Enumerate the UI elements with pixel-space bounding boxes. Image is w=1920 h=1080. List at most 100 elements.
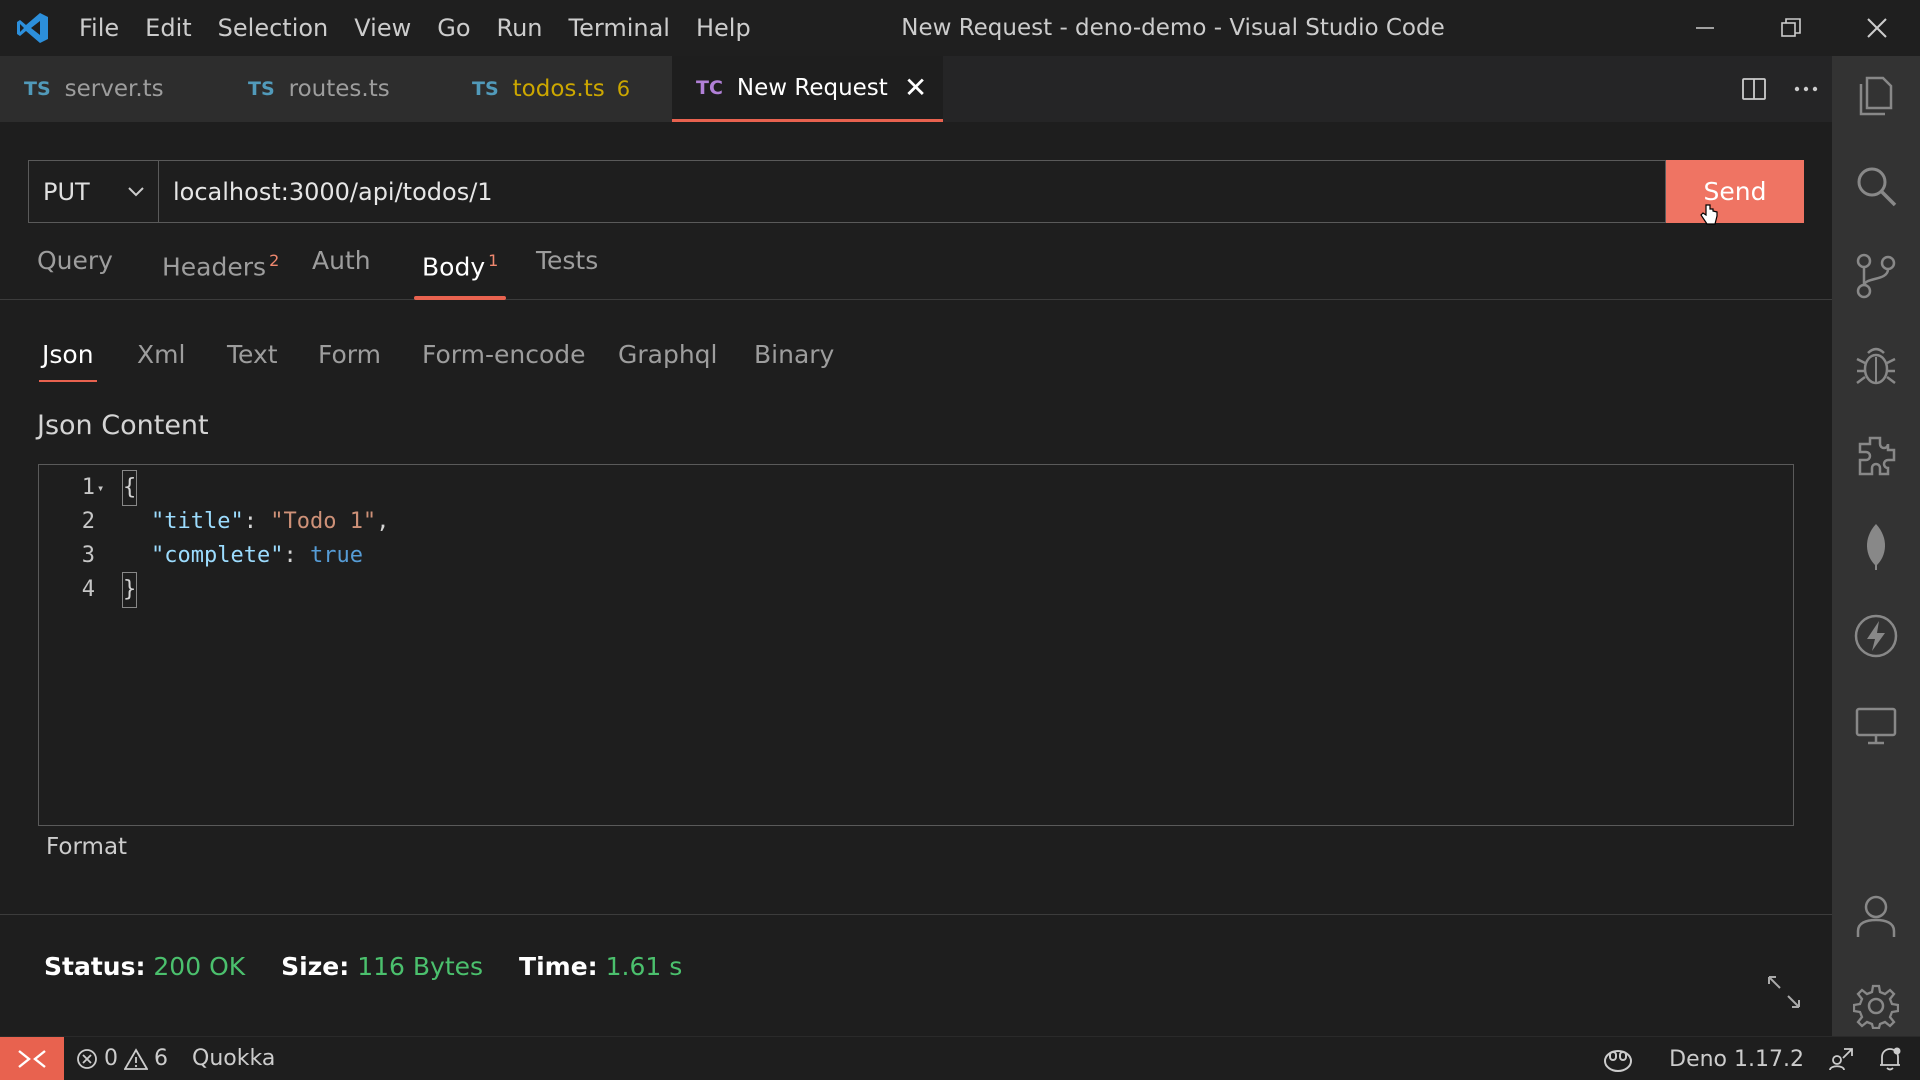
error-icon (77, 1048, 97, 1069)
code-text: "complete": true (151, 539, 363, 573)
tab-auth[interactable]: Auth (312, 232, 371, 300)
explorer-button[interactable] (1832, 56, 1920, 136)
restore-button[interactable] (1748, 0, 1834, 56)
remote-button[interactable] (0, 1036, 64, 1080)
live-share-icon (1829, 1048, 1853, 1071)
fold-chevron-icon[interactable]: ▾ (97, 471, 104, 505)
close-window-button[interactable] (1834, 0, 1920, 56)
json-content-label: Json Content (37, 410, 209, 441)
tab-server-ts[interactable]: TS server.ts (0, 56, 224, 122)
notifications-button[interactable] (1866, 1046, 1920, 1072)
tab-body-label: Body (422, 252, 486, 282)
line-number: 1 (81, 475, 95, 500)
url-input[interactable]: localhost:3000/api/todos/1 (159, 160, 1666, 223)
status-bar: 0 6 Quokka Deno 1.17.2 (0, 1036, 1920, 1080)
body-tab-text[interactable]: Text (227, 332, 278, 378)
menu-help[interactable]: Help (683, 0, 764, 56)
tab-routes-ts[interactable]: TS routes.ts (224, 56, 448, 122)
method-select[interactable]: PUT (28, 160, 159, 223)
search-button[interactable] (1832, 146, 1920, 226)
files-icon (1859, 76, 1893, 116)
tab-body[interactable]: Body 1 (413, 232, 507, 300)
split-editor-button[interactable] (1728, 69, 1780, 109)
request-tabs: Query Headers 2 Auth Body 1 Tests (0, 232, 1832, 300)
menu-selection[interactable]: Selection (205, 0, 342, 56)
tab-todos-ts[interactable]: TS todos.ts 6 (448, 56, 672, 122)
size-value: 116 Bytes (357, 952, 484, 981)
format-button[interactable]: Format (46, 834, 127, 860)
run-debug-button[interactable] (1832, 326, 1920, 406)
tab-label: todos.ts (512, 76, 605, 102)
warning-icon (124, 1047, 148, 1070)
minimize-icon (1696, 27, 1714, 29)
code-line: 3 "complete": true (39, 539, 1793, 573)
tab-new-request[interactable]: TC New Request ✕ (672, 56, 944, 122)
body-count-badge: 1 (488, 251, 499, 270)
response-size: Size: 116 Bytes (281, 952, 483, 981)
code-line: 1 ▾ { (39, 470, 1793, 506)
search-icon (1857, 167, 1897, 207)
source-control-button[interactable] (1832, 236, 1920, 316)
tab-label: routes.ts (288, 76, 390, 102)
tab-query[interactable]: Query (37, 232, 113, 300)
restore-icon (1781, 18, 1801, 37)
remote-explorer-button[interactable] (1832, 686, 1920, 766)
tab-tests[interactable]: Tests (536, 232, 598, 300)
panel-divider[interactable] (0, 914, 1832, 915)
ellipsis-icon (1794, 86, 1818, 92)
json-editor[interactable]: 1 ▾ { 2 "title": "Todo 1", 3 "complete":… (38, 464, 1794, 826)
body-tab-binary[interactable]: Binary (754, 332, 834, 378)
menu-view[interactable]: View (341, 0, 424, 56)
thunder-client-button[interactable] (1832, 596, 1920, 676)
window-controls (1662, 0, 1920, 56)
close-tab-icon[interactable]: ✕ (904, 71, 927, 104)
title-bar: File Edit Selection View Go Run Terminal… (0, 0, 1920, 56)
deno-version[interactable]: Deno 1.17.2 (1657, 1047, 1816, 1072)
copilot-button[interactable] (1591, 1046, 1657, 1072)
more-actions-button[interactable] (1780, 69, 1832, 109)
body-tab-json[interactable]: Json (39, 332, 97, 382)
menu-terminal[interactable]: Terminal (556, 0, 683, 56)
warning-count: 6 (154, 1046, 168, 1071)
minimize-button[interactable] (1662, 0, 1748, 56)
send-button[interactable]: Send (1666, 160, 1804, 223)
time-label: Time: (519, 952, 598, 981)
code-text: } (121, 572, 138, 608)
body-tab-graphql[interactable]: Graphql (618, 332, 718, 378)
accounts-button[interactable] (1832, 876, 1920, 956)
copilot-icon (1604, 1050, 1633, 1072)
close-icon (1867, 18, 1887, 38)
lightning-icon (1854, 614, 1898, 658)
quokka-status[interactable]: Quokka (180, 1046, 287, 1071)
mongodb-button[interactable] (1832, 506, 1920, 586)
body-tab-form-encode[interactable]: Form-encode (422, 332, 586, 378)
menu-file[interactable]: File (66, 0, 132, 56)
code-line: 4 } (39, 572, 1793, 608)
expand-panel-button[interactable] (1766, 974, 1802, 1014)
code-text: "title": "Todo 1", (151, 505, 389, 539)
menu-run[interactable]: Run (484, 0, 556, 56)
problems-indicator[interactable]: 0 6 (64, 1046, 180, 1071)
line-number: 4 (81, 577, 95, 602)
tab-label: New Request (736, 74, 888, 101)
source-control-icon (1856, 253, 1896, 299)
line-number: 3 (81, 543, 95, 568)
manage-button[interactable] (1832, 966, 1920, 1046)
tab-query-label: Query (37, 246, 113, 275)
menu-go[interactable]: Go (424, 0, 483, 56)
body-tab-form[interactable]: Form (318, 332, 381, 378)
activity-bar (1832, 56, 1920, 1036)
request-panel: PUT localhost:3000/api/todos/1 Send Quer… (0, 122, 1832, 1036)
time-value: 1.61 s (605, 952, 683, 981)
body-tab-xml[interactable]: Xml (137, 332, 185, 378)
menu-bar: File Edit Selection View Go Run Terminal… (66, 0, 764, 56)
extensions-button[interactable] (1832, 416, 1920, 496)
json-separator: : (243, 509, 271, 534)
json-boolean: true (309, 543, 363, 568)
leaf-icon (1866, 524, 1886, 570)
hand-cursor-icon (1700, 204, 1718, 230)
tab-headers[interactable]: Headers 2 (162, 232, 279, 300)
tab-actions (1728, 56, 1832, 122)
menu-edit[interactable]: Edit (132, 0, 204, 56)
live-share-button[interactable] (1816, 1047, 1866, 1071)
